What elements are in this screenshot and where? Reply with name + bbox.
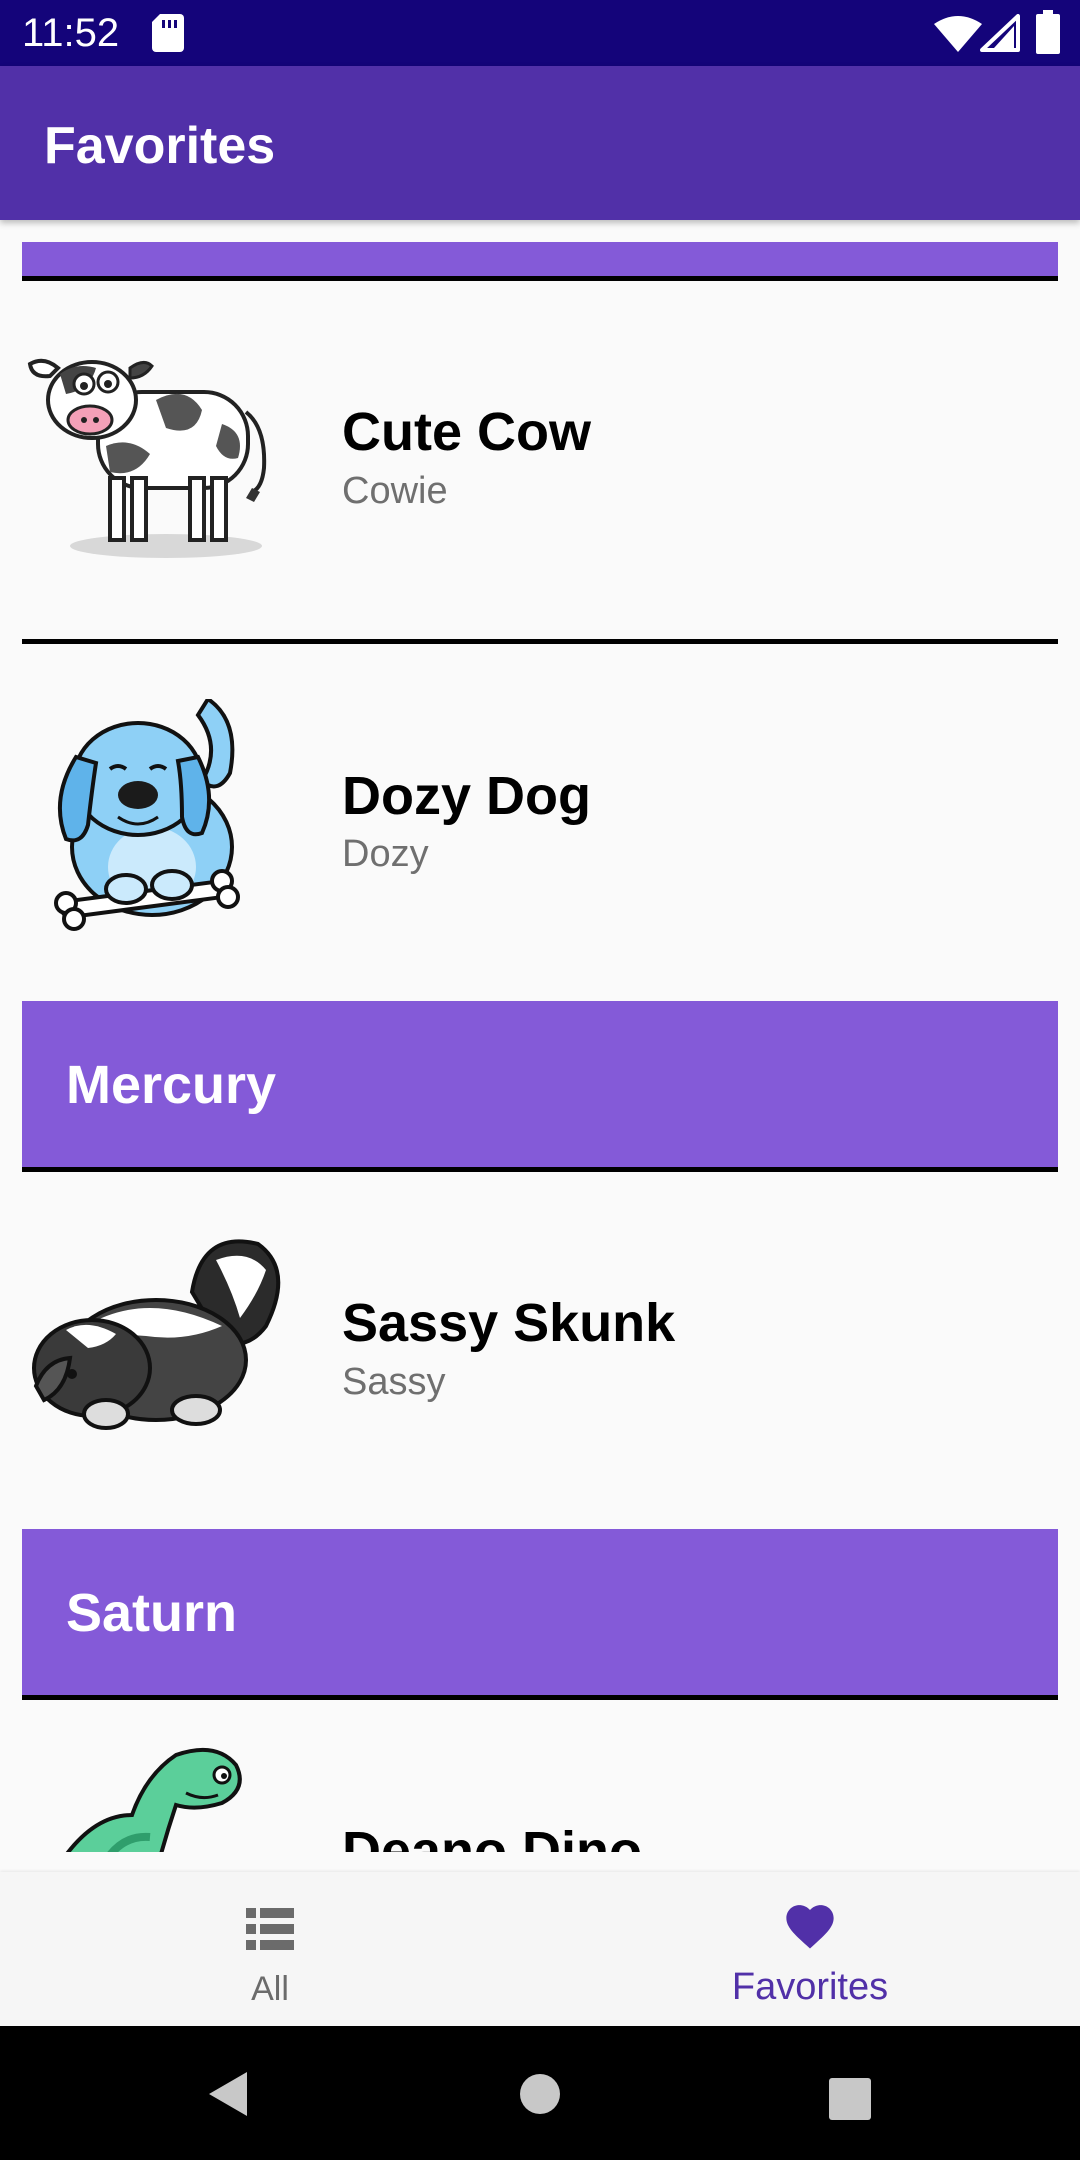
app-bar: Favorites bbox=[0, 66, 1080, 220]
cow-icon bbox=[27, 358, 267, 558]
item-name: Sassy Skunk bbox=[342, 1293, 676, 1353]
status-bar: 11:52 bbox=[0, 0, 1080, 66]
page-title: Favorites bbox=[44, 117, 276, 175]
item-name: Dozy Dog bbox=[342, 766, 591, 826]
tab-all[interactable]: All bbox=[0, 1872, 540, 2026]
item-name: Deano Dino bbox=[342, 1821, 643, 1852]
item-name: Cute Cow bbox=[342, 402, 591, 462]
item-nickname: Sassy bbox=[342, 1361, 446, 1403]
battery-icon bbox=[1036, 10, 1060, 54]
status-time: 11:52 bbox=[22, 11, 120, 55]
dino-icon bbox=[65, 1747, 242, 1852]
list-item[interactable]: Cute Cow Cowie bbox=[22, 281, 1058, 644]
section-header-label: Mercury bbox=[66, 1055, 277, 1115]
skunk-icon bbox=[32, 1239, 281, 1430]
system-navigation-bar bbox=[0, 2026, 1080, 2160]
heart-icon bbox=[786, 1905, 834, 1949]
item-nickname: Cowie bbox=[342, 470, 448, 512]
tab-favorites[interactable]: Favorites bbox=[540, 1872, 1080, 2026]
list-item[interactable]: Deano Dino bbox=[22, 1700, 1058, 1852]
back-icon[interactable] bbox=[205, 2070, 249, 2118]
item-nickname: Dozy bbox=[342, 833, 429, 875]
tab-favorites-label: Favorites bbox=[731, 1966, 889, 2008]
recent-apps-icon[interactable] bbox=[829, 2078, 871, 2120]
home-icon[interactable] bbox=[518, 2072, 562, 2116]
tab-all-label: All bbox=[251, 1970, 289, 2008]
dog-icon bbox=[54, 699, 240, 931]
section-header: Saturn bbox=[22, 1529, 1058, 1700]
section-header-label: Saturn bbox=[66, 1583, 238, 1643]
bottom-navigation: All Favorites bbox=[0, 1872, 1080, 2026]
section-header: Mercury bbox=[22, 1001, 1058, 1172]
signal-icon bbox=[980, 14, 1020, 52]
wifi-icon bbox=[934, 16, 982, 52]
list-icon bbox=[246, 1908, 294, 1950]
section-header bbox=[22, 242, 1058, 281]
sd-card-icon bbox=[152, 14, 184, 52]
favorites-list[interactable]: Cute Cow Cowie Dozy Dog Dozy Mercury Sas… bbox=[0, 220, 1080, 1852]
list-item[interactable]: Dozy Dog Dozy bbox=[22, 644, 1058, 1002]
list-item[interactable]: Sassy Skunk Sassy bbox=[22, 1172, 1058, 1530]
